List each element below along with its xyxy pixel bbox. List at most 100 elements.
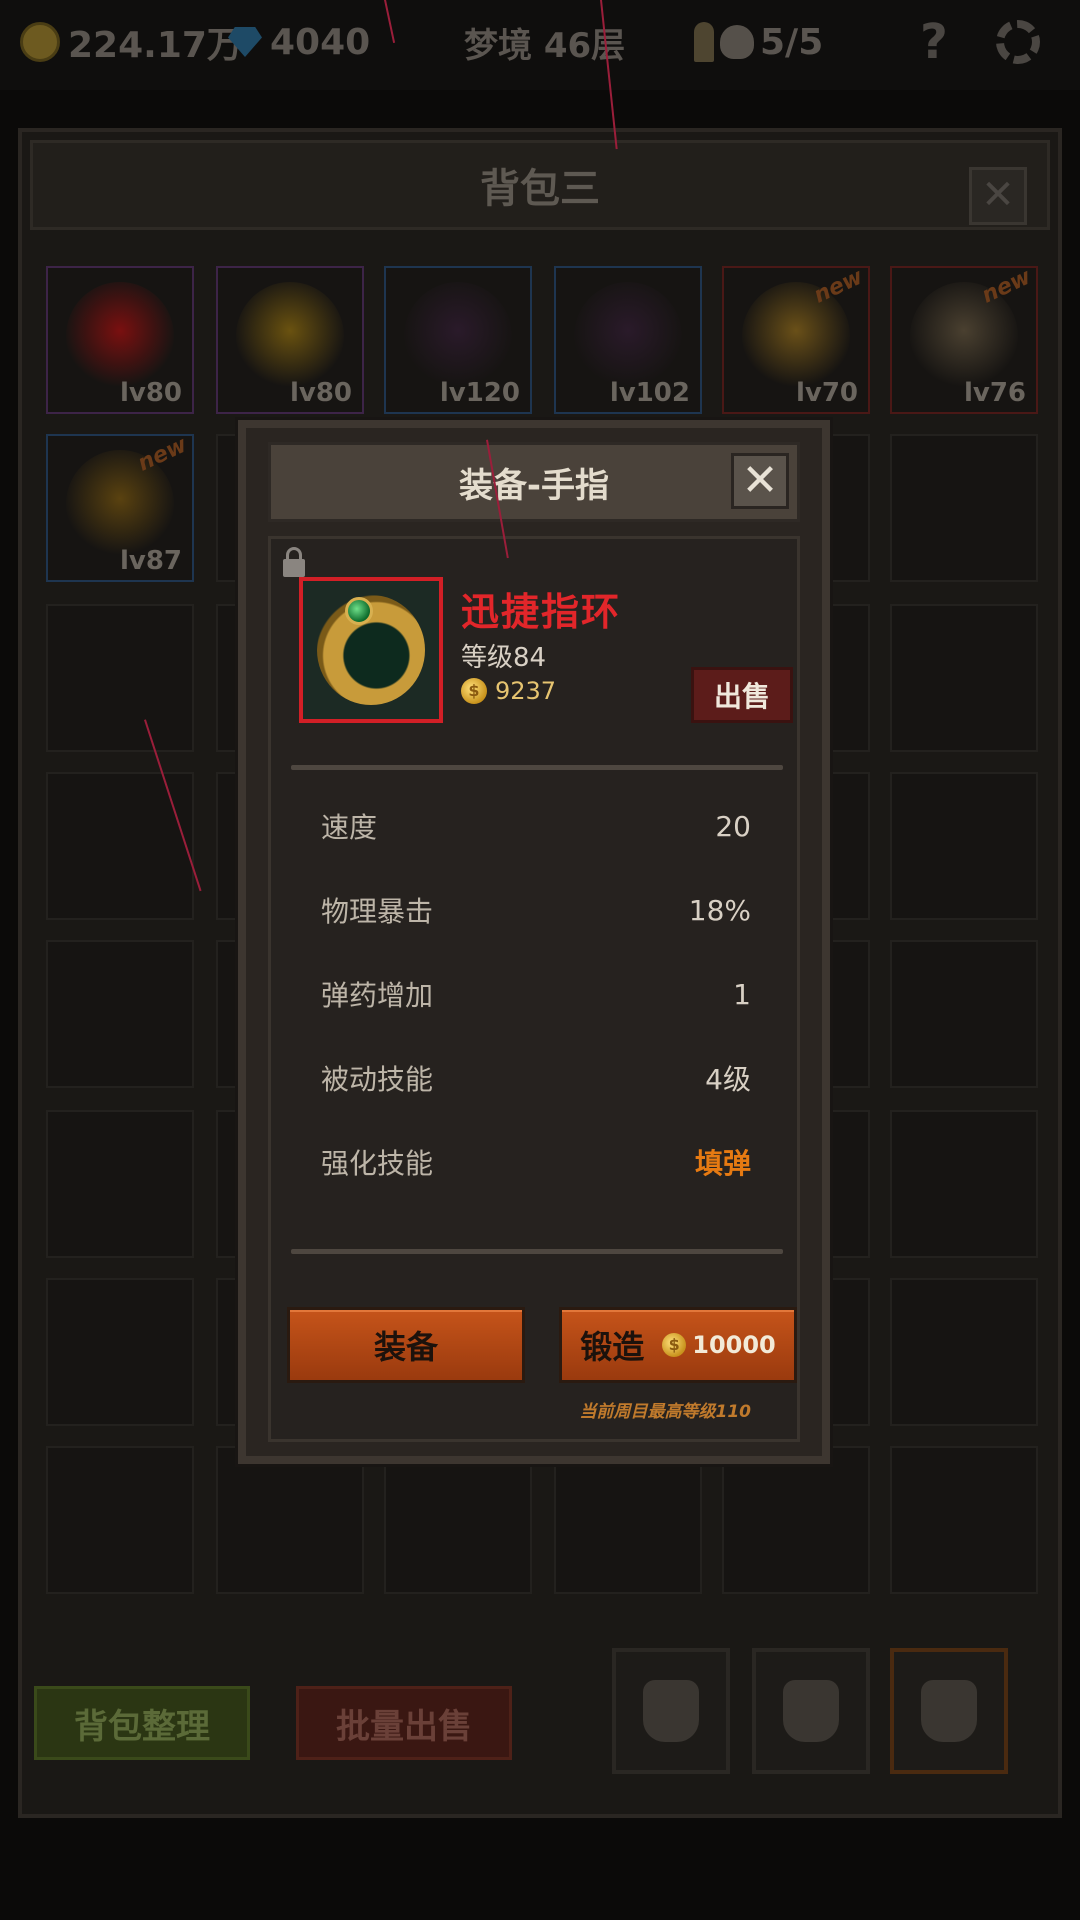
equipment-item-icon bbox=[404, 282, 512, 390]
backpack-slot[interactable]: lv102 bbox=[554, 266, 702, 414]
gold-coin-icon bbox=[20, 22, 60, 62]
sell-button[interactable]: 出售 bbox=[691, 667, 793, 723]
backpack-slot[interactable] bbox=[46, 604, 194, 752]
backpack-slot[interactable] bbox=[722, 1446, 870, 1594]
equipment-modal: 装备-手指 ✕ 迅捷指环 等级84 $ 9237 出售 速度 20 物理暴击 1… bbox=[238, 420, 830, 1464]
forge-cost: $ 10000 bbox=[662, 1331, 776, 1359]
modal-close-button[interactable]: ✕ bbox=[731, 453, 789, 509]
gem-counter: 4040 bbox=[228, 14, 370, 70]
gold-counter: 224.17万 bbox=[20, 14, 243, 70]
close-icon: ✕ bbox=[741, 455, 779, 506]
gold-amount: 224.17万 bbox=[68, 25, 243, 66]
item-level-label: lv80 bbox=[289, 378, 352, 408]
backpack-slot[interactable] bbox=[46, 1110, 194, 1258]
backpack-header: 背包三 ✕ bbox=[30, 140, 1050, 230]
skull-amount: 5/5 bbox=[760, 21, 824, 63]
modal-body: 迅捷指环 等级84 $ 9237 出售 速度 20 物理暴击 18% 弹药增加 … bbox=[268, 536, 800, 1442]
modal-title: 装备-手指 bbox=[458, 465, 610, 506]
equip-button[interactable]: 装备 bbox=[287, 1307, 525, 1383]
equipment-item-icon bbox=[66, 282, 174, 390]
backpack-slot[interactable]: lv80 bbox=[216, 266, 364, 414]
backpack-slot[interactable] bbox=[46, 1446, 194, 1594]
skull-counter: 5/5 bbox=[694, 14, 823, 70]
backpack-slot[interactable] bbox=[890, 434, 1038, 582]
modal-header: 装备-手指 ✕ bbox=[268, 442, 800, 522]
item-icon-frame bbox=[299, 577, 443, 723]
backpack-tab-3[interactable] bbox=[890, 1648, 1008, 1774]
equipment-item-icon bbox=[236, 282, 344, 390]
backpack-slot[interactable] bbox=[216, 1446, 364, 1594]
item-level-label: lv87 bbox=[119, 546, 182, 576]
item-level-label: lv80 bbox=[119, 378, 182, 408]
backpack-slot[interactable] bbox=[890, 1446, 1038, 1594]
item-level-label: lv70 bbox=[795, 378, 858, 408]
divider-bottom bbox=[291, 1249, 783, 1254]
stat-row: 物理暴击 18% bbox=[321, 885, 751, 935]
stat-label: 速度 bbox=[321, 811, 378, 844]
diamond-icon bbox=[228, 27, 262, 57]
stat-value: 20 bbox=[715, 809, 751, 843]
backpack-slot[interactable] bbox=[46, 940, 194, 1088]
gear-icon bbox=[996, 20, 1040, 64]
emerald-gem-icon bbox=[345, 597, 373, 625]
stat-row: 被动技能 4级 bbox=[321, 1053, 751, 1103]
backpack-icon bbox=[783, 1680, 839, 1742]
divider-top bbox=[291, 765, 783, 770]
stat-value: 1 bbox=[733, 977, 751, 1011]
backpack-tab-1[interactable] bbox=[612, 1648, 730, 1774]
top-status-bar: 224.17万 4040 梦境 46层 5/5 ? bbox=[0, 0, 1080, 90]
backpack-slot[interactable] bbox=[384, 1446, 532, 1594]
item-level-label: lv102 bbox=[609, 378, 690, 408]
backpack-slot[interactable]: new lv87 bbox=[46, 432, 194, 582]
settings-gear-icon[interactable] bbox=[996, 14, 1040, 70]
bulk-sell-button[interactable]: 批量出售 bbox=[296, 1686, 512, 1760]
dream-floor: 梦境 46层 bbox=[464, 25, 626, 66]
backpack-icon bbox=[643, 1680, 699, 1742]
forge-label: 锻造 bbox=[580, 1328, 645, 1366]
backpack-slot[interactable] bbox=[890, 772, 1038, 920]
backpack-title: 背包三 bbox=[480, 166, 600, 212]
stat-row: 弹药增加 1 bbox=[321, 969, 751, 1019]
stat-label: 物理暴击 bbox=[321, 895, 434, 928]
skull-icon bbox=[720, 25, 754, 59]
backpack-slot[interactable] bbox=[890, 1110, 1038, 1258]
item-level-label: lv76 bbox=[963, 378, 1026, 408]
lock-icon[interactable] bbox=[283, 547, 305, 577]
backpack-slot[interactable]: lv80 bbox=[46, 266, 194, 414]
item-level-label: lv120 bbox=[439, 378, 520, 408]
item-price-value: 9237 bbox=[495, 677, 557, 705]
help-icon[interactable]: ? bbox=[920, 14, 948, 70]
backpack-slot[interactable] bbox=[890, 940, 1038, 1088]
gem-amount: 4040 bbox=[270, 21, 371, 63]
stat-row: 速度 20 bbox=[321, 801, 751, 851]
item-level: 等级84 bbox=[461, 643, 547, 673]
backpack-icon bbox=[921, 1680, 977, 1742]
stat-label: 弹药增加 bbox=[321, 979, 434, 1012]
stat-label: 强化技能 bbox=[321, 1147, 434, 1180]
max-level-note: 当前周目最高等级110 bbox=[579, 1402, 752, 1422]
item-price: $ 9237 bbox=[461, 677, 556, 705]
coin-icon: $ bbox=[461, 678, 487, 704]
coin-icon: $ bbox=[662, 1333, 687, 1357]
backpack-close-button[interactable]: ✕ bbox=[969, 167, 1027, 225]
stat-row: 强化技能 填弹 bbox=[321, 1137, 751, 1187]
backpack-slot[interactable] bbox=[890, 604, 1038, 752]
item-name: 迅捷指环 bbox=[461, 590, 622, 634]
forge-cost-value: 10000 bbox=[692, 1331, 776, 1359]
sort-backpack-button[interactable]: 背包整理 bbox=[34, 1686, 250, 1760]
stat-label: 被动技能 bbox=[321, 1063, 434, 1096]
key-icon bbox=[694, 22, 714, 62]
backpack-slot[interactable] bbox=[554, 1446, 702, 1594]
backpack-tab-2[interactable] bbox=[752, 1648, 870, 1774]
backpack-slot[interactable] bbox=[46, 1278, 194, 1426]
equipment-item-icon bbox=[574, 282, 682, 390]
stat-value: 4级 bbox=[705, 1063, 751, 1096]
backpack-slot[interactable]: new lv76 bbox=[890, 264, 1038, 414]
stat-value: 18% bbox=[688, 893, 751, 927]
backpack-slot[interactable]: new lv70 bbox=[722, 264, 870, 414]
backpack-slot[interactable] bbox=[46, 772, 194, 920]
backpack-slot[interactable] bbox=[890, 1278, 1038, 1426]
enhanced-skill-value: 填弹 bbox=[694, 1147, 751, 1180]
forge-button[interactable]: 锻造 $ 10000 bbox=[559, 1307, 797, 1383]
backpack-slot[interactable]: lv120 bbox=[384, 266, 532, 414]
